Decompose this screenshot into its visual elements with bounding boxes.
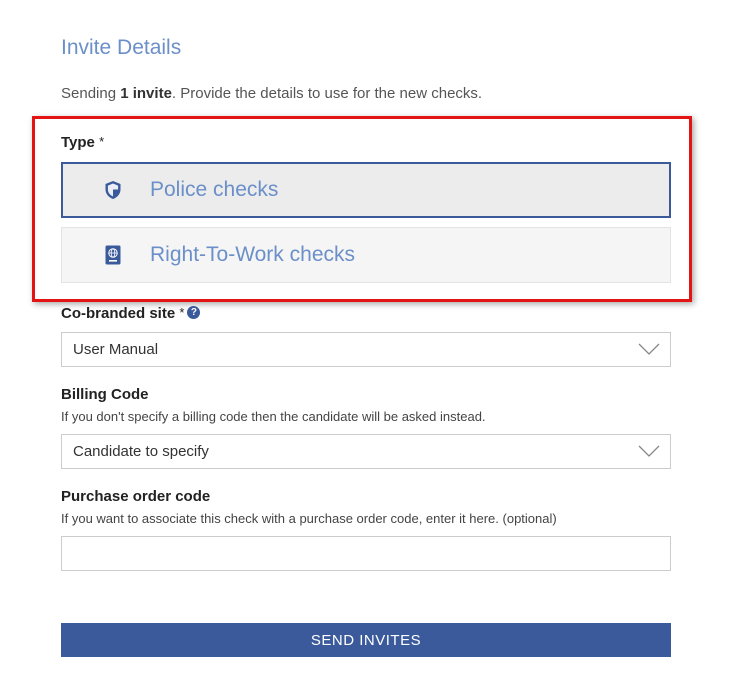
purchase-order-label: Purchase order code bbox=[61, 488, 211, 505]
billing-code-hint: If you don't specify a billing code then… bbox=[61, 409, 486, 424]
billing-code-select[interactable]: Candidate to specify bbox=[61, 434, 671, 469]
purchase-order-hint: If you want to associate this check with… bbox=[61, 511, 557, 526]
page-title: Invite Details bbox=[61, 36, 182, 59]
intro-text: Sending 1 invite. Provide the details to… bbox=[61, 85, 482, 102]
help-icon[interactable]: ? bbox=[187, 306, 201, 319]
cobranded-site-select[interactable]: User Manual bbox=[61, 332, 671, 367]
cobranded-site-label: Co-branded site *? bbox=[61, 305, 201, 322]
cobranded-site-value: User Manual bbox=[73, 341, 159, 358]
intro-suffix: . Provide the details to use for the new… bbox=[171, 85, 483, 102]
send-invites-button[interactable]: SEND INVITES bbox=[61, 623, 671, 657]
highlight-annotation-box bbox=[32, 116, 692, 302]
invite-count: 1 invite bbox=[120, 85, 172, 102]
intro-prefix: Sending bbox=[61, 85, 121, 102]
required-mark: * bbox=[179, 305, 185, 320]
billing-code-label: Billing Code bbox=[61, 386, 149, 403]
purchase-order-input[interactable] bbox=[61, 536, 671, 571]
cobranded-site-label-text: Co-branded site bbox=[61, 305, 176, 322]
chevron-down-icon bbox=[638, 445, 660, 457]
invite-details-page: Invite Details Sending 1 invite. Provide… bbox=[0, 0, 738, 698]
chevron-down-icon bbox=[638, 343, 660, 355]
billing-code-value: Candidate to specify bbox=[73, 443, 209, 460]
